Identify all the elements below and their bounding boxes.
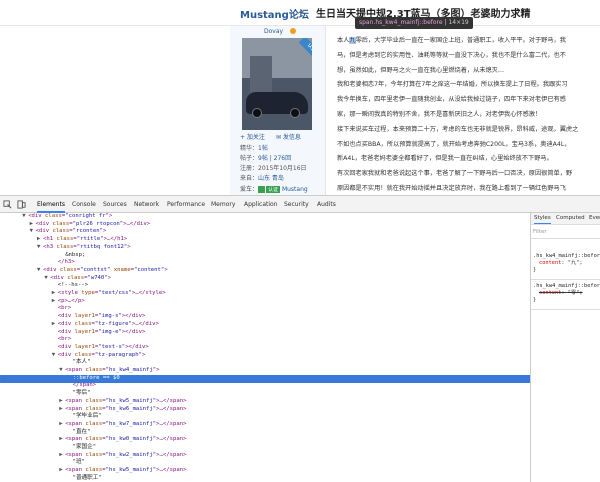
cert-icon: [258, 186, 266, 193]
breadcrumb-separator: ›: [300, 5, 305, 18]
inspect-tooltip: span.hs_kw4_mainfj::before | 14×19: [355, 17, 473, 29]
styles-tabbar: Styles Computed Event: [531, 213, 600, 225]
styles-tab-computed[interactable]: Computed: [556, 215, 585, 221]
info-digest: 精华：1帖: [240, 145, 268, 152]
post-line: 想，虽然如此，但野马之火一直在我心里燃烧着，从未熄灭…: [337, 66, 505, 74]
tooltip-size: 14×19: [448, 19, 469, 26]
devtools-tab-sources[interactable]: Sources: [103, 201, 127, 208]
message-button[interactable]: ✉ 发信息: [276, 132, 301, 141]
elements-tree[interactable]: ▼ <div class="conright fr"> ▶ <div class="p…: [0, 213, 530, 482]
devtools-tab-memory[interactable]: Memory: [211, 201, 235, 208]
post-line: 接下来说买车过程，本来预算二十万，考虑的车也无非就是锐界，昂科威，途观，翼虎之: [337, 125, 579, 133]
post-line: 有次回老家我就和老爸说起这个事，老爸了解了一下野马后一口否决，原因很简单，野: [337, 170, 573, 178]
styles-filter-input[interactable]: Filter: [533, 229, 547, 235]
styles-tab-event[interactable]: Event: [589, 215, 600, 221]
devtools-tab-application[interactable]: Application: [244, 201, 278, 208]
gutter-marker: ...: [1, 374, 7, 381]
devtools-tab-security[interactable]: Security: [284, 201, 309, 208]
devtools-tab-audits[interactable]: Audits: [317, 201, 336, 208]
info-posts: 帖子：9帖 | 276回: [240, 155, 292, 162]
devtools-tab-performance[interactable]: Performance: [167, 201, 205, 208]
post-content: 本人九零后，大学毕业后一直在一家国企上班，普通职工，收入平平。对于野马，我 马，但…: [337, 34, 600, 195]
browser-page: Mustang论坛 › 生日当天提中规2.3T蓝马（多图）老婆助力求精 span…: [0, 0, 600, 195]
post-line: 新A4L，老爸老妈老婆全都看好了，但是我一直在纠结，心里始终放不下野马。: [337, 155, 553, 163]
devtools-tab-console[interactable]: Console: [72, 201, 96, 208]
author-name[interactable]: Dovay: [264, 28, 283, 35]
car-cert-badge: 认证: [266, 186, 281, 193]
styles-tab-styles[interactable]: Styles: [534, 215, 551, 224]
avatar[interactable]: 认证: [242, 38, 312, 130]
post-line: 我今年换车，四年里老伊一直随我创业，从没给我掉过链子，四年下来对老伊已有感: [337, 96, 566, 104]
style-rule[interactable]: .hs_kw4_mainfj::before {content: "零";}: [533, 283, 600, 304]
info-car: 爱车： 认证 Mustang: [240, 186, 308, 193]
post-line: 不如也点买BBA，所以预算就提高了，就开始考虑奔驰C200L，宝马3系，奥迪A4…: [337, 140, 571, 148]
car-name-link[interactable]: Mustang: [282, 186, 308, 193]
style-rule[interactable]: .hs_kw4_mainfj::before {content: "九";}: [533, 253, 600, 274]
devtools-panel: Elements Console Sources Network Performance…: [0, 195, 600, 482]
post-line: 原因都是不实用！就在我开始动摇并且决定放弃时，我在路上看到了一辆红色野马飞: [337, 184, 566, 192]
info-registered: 注册：2015年10月16日: [240, 165, 307, 172]
post-line: 马，但是考虑到它的实用性、油耗等等就一直没下决心，我也不是什么富二代，也不: [337, 51, 566, 59]
follow-button[interactable]: + 加关注: [240, 132, 265, 141]
device-toolbar-icon[interactable]: [17, 200, 26, 209]
info-location: 来自：山东 青岛: [240, 175, 284, 182]
verified-icon: [290, 28, 296, 34]
devtools-tabbar: Elements Console Sources Network Performance…: [0, 196, 600, 213]
post-line: 本人九零后，大学毕业后一直在一家国企上班，普通职工，收入平平。对于野马，我: [337, 37, 566, 44]
inspect-element-icon[interactable]: [3, 200, 12, 209]
styles-pane: Styles Computed Event Filter .hs_kw4_mainf…: [530, 213, 600, 482]
post-line: 家，那一瞬间我真的特别不舍，我不是喜新厌旧之人，对老伊我心怀感激！: [337, 110, 542, 118]
page-header: Mustang论坛 › 生日当天提中规2.3T蓝马（多图）老婆助力求精: [0, 0, 600, 26]
tooltip-selector: span.hs_kw4_mainfj::before: [359, 19, 443, 26]
devtools-tab-elements[interactable]: Elements: [37, 201, 65, 213]
post-line: 我和老婆相恋7年，今年打算在7年之痒这一年结婚，所以换车提上了日程。我跟实习: [337, 81, 568, 89]
forum-name-link[interactable]: Mustang论坛: [240, 6, 309, 21]
author-sidebar: Dovay 认证 + 加关注 ✉ 发信息 精华：1帖 帖子：9帖 | 276回 …: [230, 26, 326, 195]
devtools-tab-network[interactable]: Network: [134, 201, 159, 208]
